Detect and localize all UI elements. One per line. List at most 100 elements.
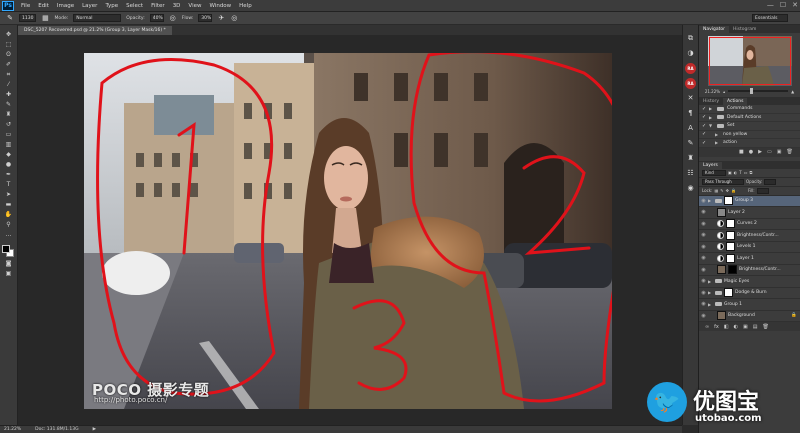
navigator-zoom-slider[interactable] bbox=[728, 88, 789, 94]
layer-row[interactable]: ◉ Levels 1 bbox=[699, 242, 800, 253]
history-brush-tool-icon[interactable]: ↺ bbox=[3, 121, 14, 129]
layer-row[interactable]: ◉ ▶ Group 3 bbox=[699, 195, 800, 207]
trash-icon[interactable]: 🗑 bbox=[786, 149, 792, 155]
type-tool-icon[interactable]: T bbox=[3, 181, 14, 189]
menu-filter[interactable]: Filter bbox=[147, 3, 169, 9]
check-icon[interactable]: ✓ bbox=[702, 123, 706, 129]
visibility-eye-icon[interactable]: ◉ bbox=[701, 232, 706, 238]
add-mask-icon[interactable]: ◧ bbox=[724, 324, 729, 330]
ra-plugin-icon-1[interactable]: RA bbox=[685, 63, 696, 74]
navigator-zoom-knob[interactable] bbox=[750, 88, 754, 94]
menu-3d[interactable]: 3D bbox=[169, 3, 185, 9]
expand-triangle-icon[interactable]: ▶ bbox=[708, 302, 713, 307]
lock-move-icon[interactable]: ✥ bbox=[726, 188, 729, 193]
menu-file[interactable]: File bbox=[17, 3, 34, 9]
dodge-tool-icon[interactable]: ● bbox=[3, 161, 14, 169]
expand-triangle-icon[interactable]: ▶ bbox=[715, 132, 720, 137]
layer-row[interactable]: ◉ Brightness/Contr... bbox=[699, 230, 800, 242]
close-button[interactable]: ✕ bbox=[792, 1, 798, 9]
navigator-thumbnail[interactable] bbox=[707, 36, 792, 86]
visibility-eye-icon[interactable]: ◉ bbox=[701, 313, 706, 319]
move-tool-icon[interactable]: ✥ bbox=[3, 31, 14, 39]
libraries-icon[interactable]: ⧉ bbox=[685, 33, 696, 44]
record-icon[interactable]: ● bbox=[749, 149, 753, 155]
gradient-tool-icon[interactable]: ▥ bbox=[3, 141, 14, 149]
canvas-area[interactable]: POCO 摄影专题 http://photo.poco.cn/ bbox=[18, 35, 682, 425]
menu-view[interactable]: View bbox=[184, 3, 205, 9]
layer-thumbnail[interactable] bbox=[717, 207, 726, 217]
new-group-icon[interactable]: ▣ bbox=[743, 324, 748, 330]
new-layer-icon[interactable]: ▤ bbox=[753, 324, 758, 330]
layer-row[interactable]: ◉ ▶ Magic Eyes bbox=[699, 276, 800, 288]
action-row[interactable]: ✓ ▶ Default Actions bbox=[699, 114, 800, 122]
expand-triangle-icon[interactable]: ▶ bbox=[709, 106, 714, 111]
brush-size-preset[interactable]: 1130 bbox=[19, 14, 37, 22]
properties-icon[interactable]: ☷ bbox=[685, 168, 696, 179]
lock-paint-icon[interactable]: ✎ bbox=[720, 188, 723, 193]
new-action-icon[interactable]: ▣ bbox=[777, 149, 782, 155]
status-menu-arrow[interactable]: ▶ bbox=[93, 427, 96, 432]
filter-adjust-icon[interactable]: ◐ bbox=[734, 170, 738, 175]
character-icon[interactable]: A bbox=[685, 123, 696, 134]
visibility-eye-icon[interactable]: ◉ bbox=[701, 198, 706, 204]
lasso-tool-icon[interactable]: ʘ bbox=[3, 51, 14, 59]
shape-tool-icon[interactable]: ▬ bbox=[3, 201, 14, 209]
ra-plugin-icon-2[interactable]: RA bbox=[685, 78, 696, 89]
layer-fill-input[interactable] bbox=[756, 187, 769, 194]
lock-all-icon[interactable]: 🔒 bbox=[731, 188, 736, 193]
pressure-opacity-icon[interactable]: ◎ bbox=[169, 14, 177, 22]
expand-triangle-icon[interactable]: ▶ bbox=[708, 198, 713, 203]
tab-actions[interactable]: Actions bbox=[723, 98, 748, 105]
new-adjustment-icon[interactable]: ◐ bbox=[734, 324, 738, 330]
clone-stamp-tool-icon[interactable]: ♜ bbox=[3, 111, 14, 119]
visibility-eye-icon[interactable]: ◉ bbox=[701, 221, 706, 227]
eyedropper-tool-icon[interactable]: ⁄ bbox=[3, 81, 14, 89]
menu-select[interactable]: Select bbox=[122, 3, 147, 9]
foreground-color-swatch[interactable] bbox=[2, 245, 10, 253]
maximize-button[interactable]: ☐ bbox=[780, 1, 786, 9]
more-tools-icon[interactable]: … bbox=[3, 231, 14, 239]
layer-row[interactable]: ◉ Layer 2 bbox=[699, 207, 800, 219]
menu-edit[interactable]: Edit bbox=[34, 3, 53, 9]
check-icon[interactable]: ✓ bbox=[702, 140, 706, 146]
expand-triangle-icon[interactable]: ▶ bbox=[709, 115, 714, 120]
menu-help[interactable]: Help bbox=[235, 3, 256, 9]
expand-triangle-icon[interactable]: ▶ bbox=[708, 290, 713, 295]
paragraph-icon[interactable]: ¶ bbox=[685, 108, 696, 119]
layer-row[interactable]: ◉ Background 🔒 bbox=[699, 311, 800, 322]
status-zoom[interactable]: 21.22% bbox=[4, 427, 21, 432]
collapse-triangle-icon[interactable]: ▼ bbox=[709, 123, 714, 128]
menu-type[interactable]: Type bbox=[101, 3, 122, 9]
zoom-tool-icon[interactable]: ⚲ bbox=[3, 221, 14, 229]
pen-tool-icon[interactable]: ✒ bbox=[3, 171, 14, 179]
action-row[interactable]: ✓ ▶ Commands bbox=[699, 105, 800, 114]
opacity-input[interactable]: 40% bbox=[149, 14, 164, 22]
quick-mask-icon[interactable]: ◙ bbox=[3, 260, 14, 268]
link-layers-icon[interactable]: ∞ bbox=[705, 324, 709, 330]
brush-presets-icon[interactable]: ✎ bbox=[685, 138, 696, 149]
layer-row[interactable]: ◉ ▶ Dodge & Burn bbox=[699, 288, 800, 299]
zoom-out-icon[interactable]: ▴ bbox=[723, 89, 725, 94]
screen-mode-icon[interactable]: ▣ bbox=[3, 270, 14, 278]
tab-layers[interactable]: Layers bbox=[699, 161, 722, 169]
tab-history[interactable]: History bbox=[699, 98, 723, 105]
brush-tool-icon[interactable]: ✎ bbox=[3, 101, 14, 109]
layer-mask-thumbnail[interactable] bbox=[724, 288, 733, 298]
layer-row[interactable]: ◉ Layer 1 bbox=[699, 253, 800, 265]
expand-triangle-icon[interactable]: ▶ bbox=[708, 279, 713, 284]
menu-image[interactable]: Image bbox=[53, 3, 78, 9]
menu-layer[interactable]: Layer bbox=[78, 3, 101, 9]
layer-thumbnail[interactable] bbox=[717, 265, 726, 275]
lock-pixels-icon[interactable]: ▦ bbox=[714, 188, 718, 193]
layer-mask-thumbnail[interactable] bbox=[724, 196, 733, 206]
zoom-in-icon[interactable]: ▲ bbox=[791, 89, 794, 94]
blur-tool-icon[interactable]: ◆ bbox=[3, 151, 14, 159]
filter-smart-icon[interactable]: ⧉ bbox=[750, 170, 753, 175]
stop-icon[interactable]: ■ bbox=[739, 149, 744, 155]
brush-tool-icon[interactable]: ✎ bbox=[6, 14, 14, 22]
visibility-eye-icon[interactable]: ◉ bbox=[701, 267, 706, 273]
color-swatches[interactable] bbox=[2, 245, 15, 258]
filter-shape-icon[interactable]: ▭ bbox=[744, 170, 748, 175]
layer-thumbnail[interactable] bbox=[717, 311, 726, 321]
layer-filter-select[interactable]: Kind bbox=[702, 169, 726, 176]
